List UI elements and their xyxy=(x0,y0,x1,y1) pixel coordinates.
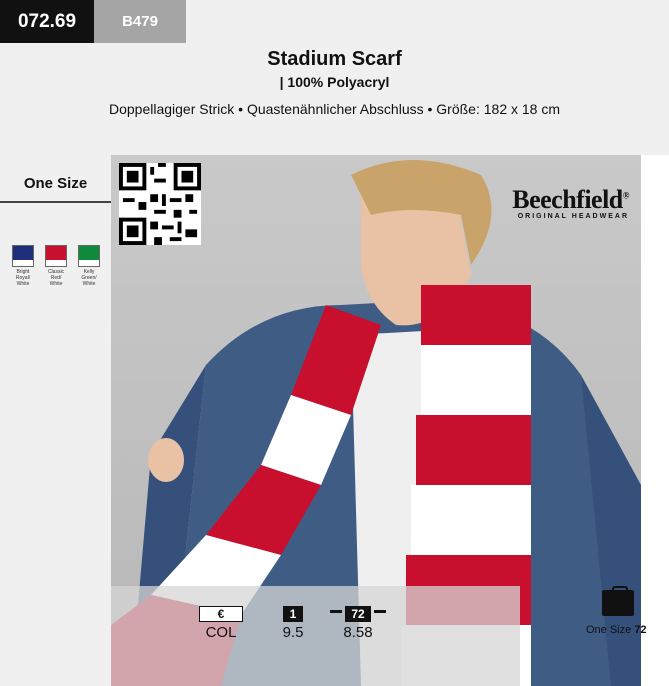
swatch-color-chip xyxy=(79,246,99,260)
qty72-price: 8.58 xyxy=(343,624,373,641)
price-col-qty72: 72 8.58 xyxy=(328,606,388,641)
size-heading: One Size xyxy=(0,165,111,203)
brand-name: Beechfield xyxy=(512,185,623,214)
swatch-label: Classic Red/ White xyxy=(47,269,65,287)
packaging-info: One Size 72 xyxy=(582,586,669,646)
pack-units: 72 xyxy=(634,624,647,636)
sku-badge: B479 xyxy=(94,0,186,43)
box-icon xyxy=(602,590,634,616)
qty1-badge: 1 xyxy=(283,606,303,622)
price-col-qty1: 1 9.5 xyxy=(263,606,323,641)
product-material: | 100% Polyacryl xyxy=(279,74,390,90)
swatch-color-chip xyxy=(46,246,66,260)
divider-line xyxy=(330,610,342,613)
currency-badge: € xyxy=(199,606,243,622)
divider-line xyxy=(374,610,386,613)
pack-size-label: One Size xyxy=(586,624,632,636)
page-header: 072.69 B479 Stadium Scarf | 100% Polyacr… xyxy=(0,0,669,155)
col-label: COL xyxy=(205,624,237,641)
swatch-label: Kelly Green/ White xyxy=(81,269,97,287)
product-description: Doppellagiger Strick • Quastenähnlicher … xyxy=(108,101,561,117)
brand-trademark: ® xyxy=(622,190,630,201)
qty1-price: 9.5 xyxy=(282,624,304,641)
price-table: € COL 1 9.5 72 8.58 xyxy=(111,586,520,686)
color-swatches: Bright Royal/ White Classic Red/ White K… xyxy=(12,245,100,287)
swatch-kelly-green[interactable]: Kelly Green/ White xyxy=(78,245,100,287)
qr-code-icon[interactable] xyxy=(119,163,201,245)
brand-tagline: ORIGINAL HEADWEAR xyxy=(517,213,629,220)
price-col-currency: € COL xyxy=(191,606,251,641)
brand-logo: Beechfield® ORIGINAL HEADWEAR xyxy=(512,185,629,220)
product-title: Stadium Scarf xyxy=(267,48,402,70)
swatch-classic-red[interactable]: Classic Red/ White xyxy=(45,245,67,287)
qty72-badge: 72 xyxy=(345,606,371,622)
article-code: 072.69 xyxy=(0,0,94,43)
swatch-bright-royal[interactable]: Bright Royal/ White xyxy=(12,245,34,287)
size-color-panel: One Size Bright Royal/ White Classic Red… xyxy=(0,155,111,686)
swatch-color-chip xyxy=(13,246,33,260)
swatch-label: Bright Royal/ White xyxy=(15,269,31,287)
